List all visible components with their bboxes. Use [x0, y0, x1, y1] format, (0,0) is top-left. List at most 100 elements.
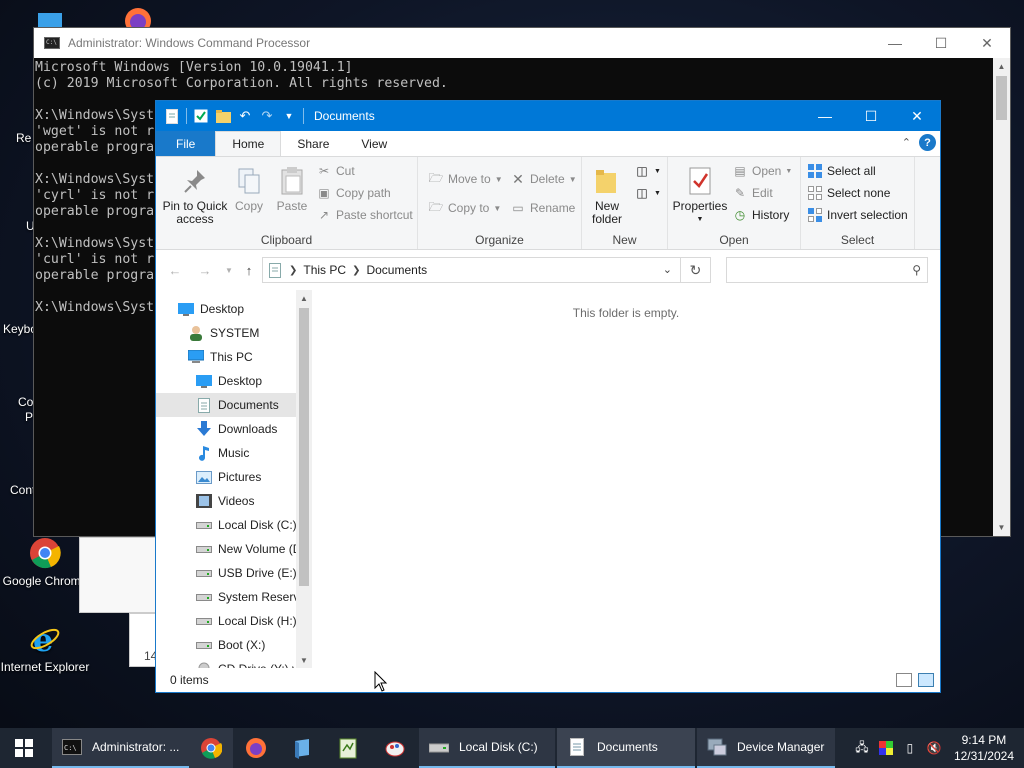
breadcrumb-documents[interactable]: Documents — [360, 263, 433, 277]
cmd-scrollbar[interactable]: ▲ ▼ — [993, 58, 1010, 536]
cut-button[interactable]: ✂ Cut — [316, 163, 355, 179]
close-button[interactable]: ✕ — [964, 28, 1010, 58]
undo-icon[interactable]: ↶ — [237, 108, 253, 124]
search-input[interactable] — [727, 258, 897, 282]
text-editor-icon — [339, 738, 357, 759]
desktop-icon-google-chrome[interactable]: Google Chrome — [0, 536, 90, 588]
nav-item[interactable]: Desktop — [156, 369, 296, 393]
breadcrumb-this-pc[interactable]: This PC — [297, 263, 352, 277]
tab-view[interactable]: View — [345, 131, 403, 156]
minimize-button[interactable]: — — [802, 101, 848, 131]
network-icon[interactable]: 🖧 — [850, 738, 874, 759]
refresh-button[interactable]: ↻ — [681, 257, 711, 283]
cmd-titlebar[interactable]: Administrator: Windows Command Processor… — [34, 28, 1010, 58]
scroll-thumb[interactable] — [299, 308, 309, 586]
nav-item[interactable]: Desktop — [156, 297, 296, 321]
recent-locations-chevron-icon[interactable]: ▼ — [220, 261, 238, 279]
taskbar-button-device-manager[interactable]: Device Manager — [697, 728, 835, 768]
nav-item[interactable]: This PC — [156, 345, 296, 369]
nav-item[interactable]: CD Drive (Y:) vi — [156, 657, 296, 668]
large-icons-view-button[interactable] — [918, 673, 934, 687]
up-arrow-icon[interactable]: ↑ — [240, 261, 258, 279]
taskbar-pinned-editor[interactable] — [325, 728, 371, 768]
taskbar-button-documents[interactable]: Documents — [557, 728, 695, 768]
history-button[interactable]: ◷ History — [732, 207, 790, 223]
breadcrumb-separator-icon[interactable]: ❯ — [289, 265, 297, 276]
open-button[interactable]: ▤ Open ▼ — [732, 163, 792, 179]
file-list-area[interactable]: This folder is empty. — [312, 290, 940, 668]
new-folder-icon[interactable] — [215, 108, 231, 124]
new-item-button[interactable]: ◫ ▼ — [634, 163, 661, 179]
properties-check-icon[interactable] — [193, 108, 209, 124]
nav-item[interactable]: Boot (X:) — [156, 633, 296, 657]
copy-path-button[interactable]: ▣ Copy path — [316, 185, 390, 201]
usb-icon[interactable]: ▯ — [898, 741, 922, 755]
collapse-ribbon-chevron-icon[interactable]: ⌃ — [902, 136, 911, 149]
maximize-button[interactable]: ☐ — [918, 28, 964, 58]
minimize-button[interactable]: — — [872, 28, 918, 58]
breadcrumb-separator-icon[interactable]: ❯ — [352, 265, 360, 276]
file-explorer-window[interactable]: ↶ ↷ ▼ Documents — ☐ ✕ File Home Share Vi… — [155, 100, 941, 693]
nav-item[interactable]: Music — [156, 441, 296, 465]
navigation-pane-scrollbar[interactable]: ▲ ▼ — [296, 290, 312, 668]
nav-item[interactable]: Documents — [156, 393, 296, 417]
nav-item[interactable]: Pictures — [156, 465, 296, 489]
navigation-pane[interactable]: Desktop SYSTEM This PC Desktop Documents Down… — [156, 290, 312, 668]
volume-muted-icon[interactable]: 🔇 — [922, 741, 946, 755]
scroll-thumb[interactable] — [996, 76, 1007, 120]
taskbar-pinned-notepad[interactable] — [279, 728, 325, 768]
nav-item[interactable]: USB Drive (E:) — [156, 561, 296, 585]
scroll-down-arrow[interactable]: ▼ — [993, 519, 1010, 536]
pin-to-quick-access-button[interactable]: Pin to Quick access — [162, 165, 228, 226]
nav-item[interactable]: New Volume (D — [156, 537, 296, 561]
address-dropdown-chevron-icon[interactable]: ⌄ — [663, 263, 672, 276]
tab-home[interactable]: Home — [215, 131, 282, 156]
delete-button[interactable]: ✕ Delete ▼ — [510, 171, 576, 187]
copy-to-button[interactable]: 🗁 Copy to ▼ — [428, 200, 502, 216]
start-button[interactable] — [0, 728, 48, 768]
customize-toolbar-chevron-icon[interactable]: ▼ — [281, 108, 297, 124]
close-button[interactable]: ✕ — [894, 101, 940, 131]
search-box[interactable]: ⚲ — [726, 257, 928, 283]
taskbar-button-local-disk[interactable]: Local Disk (C:) — [419, 728, 555, 768]
taskbar-pinned-firefox[interactable] — [233, 728, 279, 768]
scroll-up-arrow[interactable]: ▲ — [993, 58, 1010, 75]
tab-file[interactable]: File — [156, 131, 216, 156]
display-color-icon[interactable] — [874, 741, 898, 755]
select-none-button[interactable]: Select none — [807, 185, 890, 201]
move-to-button[interactable]: 🗁 Move to ▼ — [428, 171, 503, 187]
scroll-up-arrow[interactable]: ▲ — [296, 290, 312, 306]
nav-item[interactable]: Local Disk (C:) — [156, 513, 296, 537]
nav-item-label: Local Disk (C:) — [218, 518, 296, 532]
explorer-titlebar[interactable]: ↶ ↷ ▼ Documents — ☐ ✕ — [156, 101, 940, 131]
address-bar[interactable]: ❯ This PC ❯ Documents ⌄ — [262, 257, 681, 283]
rename-button[interactable]: ▭ Rename — [510, 200, 575, 216]
taskbar-pinned-chrome[interactable] — [189, 728, 233, 768]
paste-button[interactable]: Paste — [272, 165, 312, 213]
invert-selection-button[interactable]: Invert selection — [807, 207, 908, 223]
scroll-down-arrow[interactable]: ▼ — [296, 652, 312, 668]
nav-item[interactable]: Downloads — [156, 417, 296, 441]
paste-shortcut-button[interactable]: ↗ Paste shortcut — [316, 207, 413, 223]
clock[interactable]: 9:14 PM 12/31/2024 — [946, 732, 1024, 764]
new-folder-button[interactable]: New folder — [586, 165, 628, 226]
redo-icon[interactable]: ↷ — [259, 108, 275, 124]
nav-item[interactable]: Videos — [156, 489, 296, 513]
help-icon[interactable]: ? — [919, 134, 936, 151]
desktop-icon-internet-explorer[interactable]: e Internet Explorer — [0, 622, 90, 674]
select-all-button[interactable]: Select all — [807, 163, 876, 179]
easy-access-button[interactable]: ◫ ▼ — [634, 185, 661, 201]
maximize-button[interactable]: ☐ — [848, 101, 894, 131]
properties-button[interactable]: Properties ▼ — [670, 165, 730, 226]
nav-item[interactable]: System Reserve — [156, 585, 296, 609]
forward-arrow-icon[interactable]: → — [196, 261, 214, 279]
nav-item[interactable]: SYSTEM — [156, 321, 296, 345]
details-view-button[interactable] — [896, 673, 912, 687]
edit-button[interactable]: ✎ Edit — [732, 185, 773, 201]
copy-button[interactable]: Copy — [230, 165, 268, 213]
nav-item[interactable]: Local Disk (H:) — [156, 609, 296, 633]
tab-share[interactable]: Share — [281, 131, 345, 156]
taskbar-pinned-paint[interactable] — [371, 728, 419, 768]
taskbar-button-cmd[interactable]: C:\ Administrator: ... — [52, 728, 189, 768]
back-arrow-icon[interactable]: ← — [166, 261, 184, 279]
